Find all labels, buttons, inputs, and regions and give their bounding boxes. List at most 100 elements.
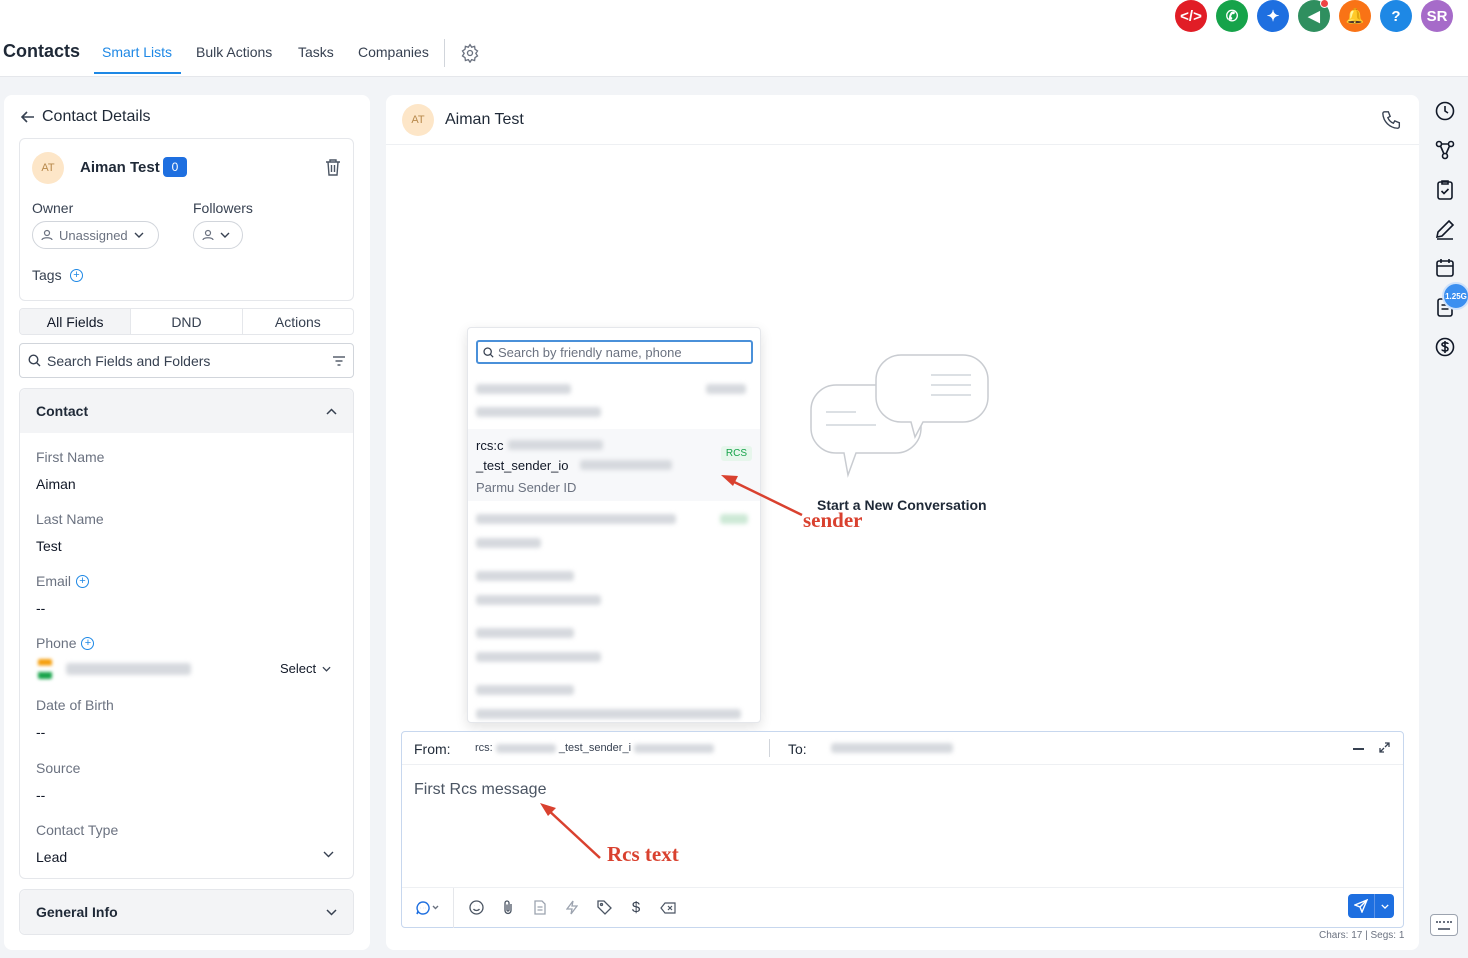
last-name-label: Last Name: [36, 511, 104, 527]
paperclip-icon[interactable]: [492, 888, 524, 928]
notification-dot: [1320, 0, 1329, 8]
chat-bubble-icon: [415, 900, 438, 915]
tab-bulk-actions[interactable]: Bulk Actions: [196, 44, 272, 60]
sender-option-sub: Parmu Sender ID: [476, 480, 577, 495]
top-icon-bar: </> ✆ ✦ ◀ 🔔? SR: [1175, 0, 1453, 32]
sender-option-line1: rcs:c: [476, 438, 504, 453]
help-icon[interactable]: ?: [1380, 0, 1412, 32]
contact-card: AT Aiman Test 0 Owner Unassigned Followe…: [19, 138, 354, 301]
filter-icon[interactable]: [333, 355, 345, 366]
send-button[interactable]: [1348, 894, 1374, 918]
back-to-contacts[interactable]: Contact Details: [21, 108, 151, 126]
phone-field[interactable]: Phone + Select: [36, 635, 341, 679]
minimize-icon[interactable]: [1353, 748, 1364, 750]
tab-dnd[interactable]: DND: [131, 309, 243, 334]
history-icon[interactable]: [1434, 100, 1456, 122]
field-search-placeholder: Search Fields and Folders: [47, 352, 211, 369]
chevron-down-icon: [322, 666, 331, 672]
general-info-section: General Info: [19, 889, 354, 935]
to-label: To:: [788, 741, 807, 757]
contact-type-label: Contact Type: [36, 822, 119, 838]
tab-all-fields[interactable]: All Fields: [20, 309, 132, 334]
field-search-input[interactable]: Search Fields and Folders: [19, 343, 354, 378]
workflow-icon[interactable]: [1434, 139, 1456, 161]
followers-label: Followers: [193, 200, 253, 216]
contact-section-header[interactable]: Contact: [20, 389, 353, 433]
tab-tasks[interactable]: Tasks: [298, 44, 334, 60]
app-title: Contacts: [3, 41, 81, 61]
sender-option[interactable]: [468, 376, 760, 428]
contact-type-field[interactable]: Contact Type Lead: [36, 822, 341, 865]
tab-smart-lists[interactable]: Smart Lists: [102, 44, 172, 60]
source-label: Source: [36, 760, 81, 776]
count-badge: 0: [163, 157, 187, 177]
first-name-label: First Name: [36, 449, 105, 465]
phone-icon[interactable]: ✆: [1216, 0, 1248, 32]
followers-select[interactable]: [193, 221, 243, 249]
document-icon[interactable]: [524, 888, 556, 928]
flag-icon[interactable]: [38, 659, 52, 679]
from-value-prefix: rcs:: [475, 742, 493, 754]
chevron-down-icon: [1380, 903, 1389, 909]
add-email-icon[interactable]: +: [76, 574, 90, 588]
dollar-icon[interactable]: $: [620, 888, 652, 928]
trash-icon[interactable]: [325, 159, 341, 176]
clipboard-check-icon[interactable]: [1434, 179, 1456, 201]
top-bar: Contacts Smart Lists Bulk Actions Tasks …: [0, 0, 1468, 77]
emoji-icon[interactable]: [460, 888, 492, 928]
contact-section: Contact First Name Aiman Last Name Test …: [19, 388, 354, 879]
last-name-field[interactable]: Last Name Test: [36, 511, 104, 554]
dollar-circle-icon[interactable]: [1434, 336, 1456, 358]
add-phone-icon[interactable]: +: [81, 636, 95, 650]
chevron-up-icon: [326, 407, 337, 415]
sender-option[interactable]: [468, 619, 760, 675]
panel-title: Contact Details: [42, 108, 151, 125]
annotation-sender: sender: [803, 508, 863, 532]
chevron-down-icon: [326, 908, 337, 916]
sender-search-placeholder: Search by friendly name, phone: [498, 344, 682, 360]
to-value-redacted[interactable]: [831, 743, 953, 753]
general-info-header[interactable]: General Info: [20, 890, 353, 934]
user-avatar[interactable]: SR: [1421, 0, 1453, 32]
sender-option[interactable]: [468, 676, 760, 722]
source-field[interactable]: Source --: [36, 760, 80, 803]
email-label: Email: [36, 573, 72, 589]
calendar-icon[interactable]: [1434, 257, 1456, 279]
tab-actions[interactable]: Actions: [243, 309, 353, 334]
conversation-contact-name: Aiman Test: [445, 111, 524, 128]
contact-name: Aiman Test: [80, 159, 160, 176]
sender-option[interactable]: [468, 562, 760, 618]
tab-companies[interactable]: Companies: [358, 44, 429, 60]
search-icon: [28, 354, 41, 367]
message-text[interactable]: First Rcs message: [414, 781, 546, 799]
from-select[interactable]: rcs: _test_sender_i: [475, 742, 715, 754]
channel-select[interactable]: [402, 887, 454, 928]
magic-icon[interactable]: ✦: [1257, 0, 1289, 32]
chevron-down-icon: [323, 851, 334, 858]
phone-call-icon[interactable]: [1381, 109, 1403, 131]
sender-option[interactable]: [468, 504, 760, 560]
keyboard-icon[interactable]: [1430, 914, 1458, 936]
owner-label: Owner: [32, 200, 74, 216]
expand-icon[interactable]: [1379, 742, 1390, 753]
clear-icon[interactable]: [652, 888, 684, 928]
bell-icon[interactable]: 🔔: [1339, 0, 1371, 32]
sender-option-line2: _test_sender_io: [476, 458, 569, 473]
code-icon[interactable]: </>: [1175, 0, 1207, 32]
sender-search-input[interactable]: Search by friendly name, phone: [476, 340, 753, 364]
email-field[interactable]: Email + --: [36, 573, 90, 616]
sender-option-selected[interactable]: rcs:c _test_sender_io Parmu Sender ID RC…: [468, 429, 760, 501]
gear-icon[interactable]: [460, 43, 480, 63]
pen-icon[interactable]: [1434, 218, 1456, 240]
first-name-field[interactable]: First Name Aiman: [36, 449, 104, 492]
add-tag-icon[interactable]: +: [70, 269, 83, 282]
contact-details-panel: Contact Details AT Aiman Test 0 Owner Un…: [4, 95, 370, 950]
tag-icon[interactable]: [588, 888, 620, 928]
owner-select[interactable]: Unassigned: [32, 221, 159, 249]
dob-field[interactable]: Date of Birth --: [36, 697, 114, 740]
user-icon: [41, 229, 53, 241]
lightning-icon[interactable]: [556, 888, 588, 928]
send-options-button[interactable]: [1374, 894, 1394, 918]
megaphone-icon[interactable]: ◀: [1298, 0, 1330, 32]
phone-type-select[interactable]: Select: [280, 661, 331, 676]
